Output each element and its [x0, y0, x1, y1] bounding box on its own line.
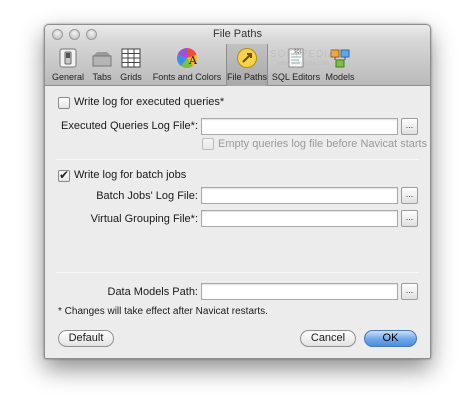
data-models-path-field[interactable] — [201, 283, 398, 300]
virtual-grouping-file-label: Virtual Grouping File*: — [90, 213, 198, 225]
write-query-log-checkbox[interactable] — [58, 97, 70, 109]
toolbar-item-label: Tabs — [92, 72, 112, 82]
write-query-log-label: Write log for executed queries* — [74, 96, 225, 108]
batch-log-file-field[interactable] — [201, 187, 398, 204]
toolbar-item-label: SQL Editors — [271, 72, 321, 82]
grid-icon — [121, 48, 141, 68]
toolbar-item-label: Models — [325, 72, 355, 82]
tabs-icon — [92, 52, 112, 67]
watermark-text: SOFTPEDIA — [270, 49, 336, 60]
write-batch-log-label: Write log for batch jobs — [74, 169, 187, 181]
toolbar-item-tabs[interactable]: Tabs — [88, 44, 116, 86]
batch-log-browse-button[interactable]: ... — [401, 187, 418, 204]
svg-text:A: A — [188, 54, 198, 67]
preferences-window: File Paths General Tabs Grids A Fonts an… — [44, 24, 431, 359]
empty-query-log-label: Empty queries log file before Navicat st… — [218, 138, 428, 150]
preferences-toolbar: General Tabs Grids A Fonts and Colors Fi… — [45, 44, 430, 86]
file-paths-pane: Write log for executed queries* Executed… — [45, 87, 430, 358]
toolbar-item-file-paths[interactable]: File Paths — [226, 44, 268, 86]
toolbar-item-label: Fonts and Colors — [152, 72, 222, 82]
cancel-button[interactable]: Cancel — [300, 330, 356, 347]
toolbar-item-label: Grids — [120, 72, 142, 82]
toolbar-item-label: File Paths — [227, 72, 268, 82]
default-button[interactable]: Default — [58, 330, 114, 347]
toolbar-item-label: General — [51, 72, 85, 82]
data-models-browse-button[interactable]: ... — [401, 283, 418, 300]
empty-query-log-checkbox[interactable] — [202, 138, 214, 150]
virtual-grouping-file-field[interactable] — [201, 210, 398, 227]
toolbar-item-general[interactable]: General — [49, 44, 87, 86]
title-bar: File Paths — [45, 25, 430, 44]
query-log-file-field[interactable] — [201, 118, 398, 135]
general-switch-icon — [59, 48, 77, 68]
write-batch-log-checkbox[interactable] — [58, 168, 70, 182]
section-divider — [56, 272, 419, 273]
batch-log-file-label: Batch Jobs' Log File: — [96, 190, 198, 202]
color-wheel-icon: A — [176, 48, 198, 69]
file-paths-icon — [237, 48, 257, 68]
ok-button[interactable]: OK — [364, 330, 417, 347]
data-models-path-label: Data Models Path: — [107, 286, 199, 298]
query-log-file-label: Executed Queries Log File*: — [61, 120, 198, 132]
toolbar-item-fonts-and-colors[interactable]: A Fonts and Colors — [148, 44, 226, 86]
toolbar-item-grids[interactable]: Grids — [117, 44, 145, 86]
section-divider — [56, 159, 419, 160]
window-title: File Paths — [213, 28, 262, 40]
query-log-browse-button[interactable]: ... — [401, 118, 418, 135]
watermark-url: www.softpedia.com — [277, 61, 329, 67]
virtual-grouping-browse-button[interactable]: ... — [401, 210, 418, 227]
restart-footnote: * Changes will take effect after Navicat… — [58, 306, 268, 317]
